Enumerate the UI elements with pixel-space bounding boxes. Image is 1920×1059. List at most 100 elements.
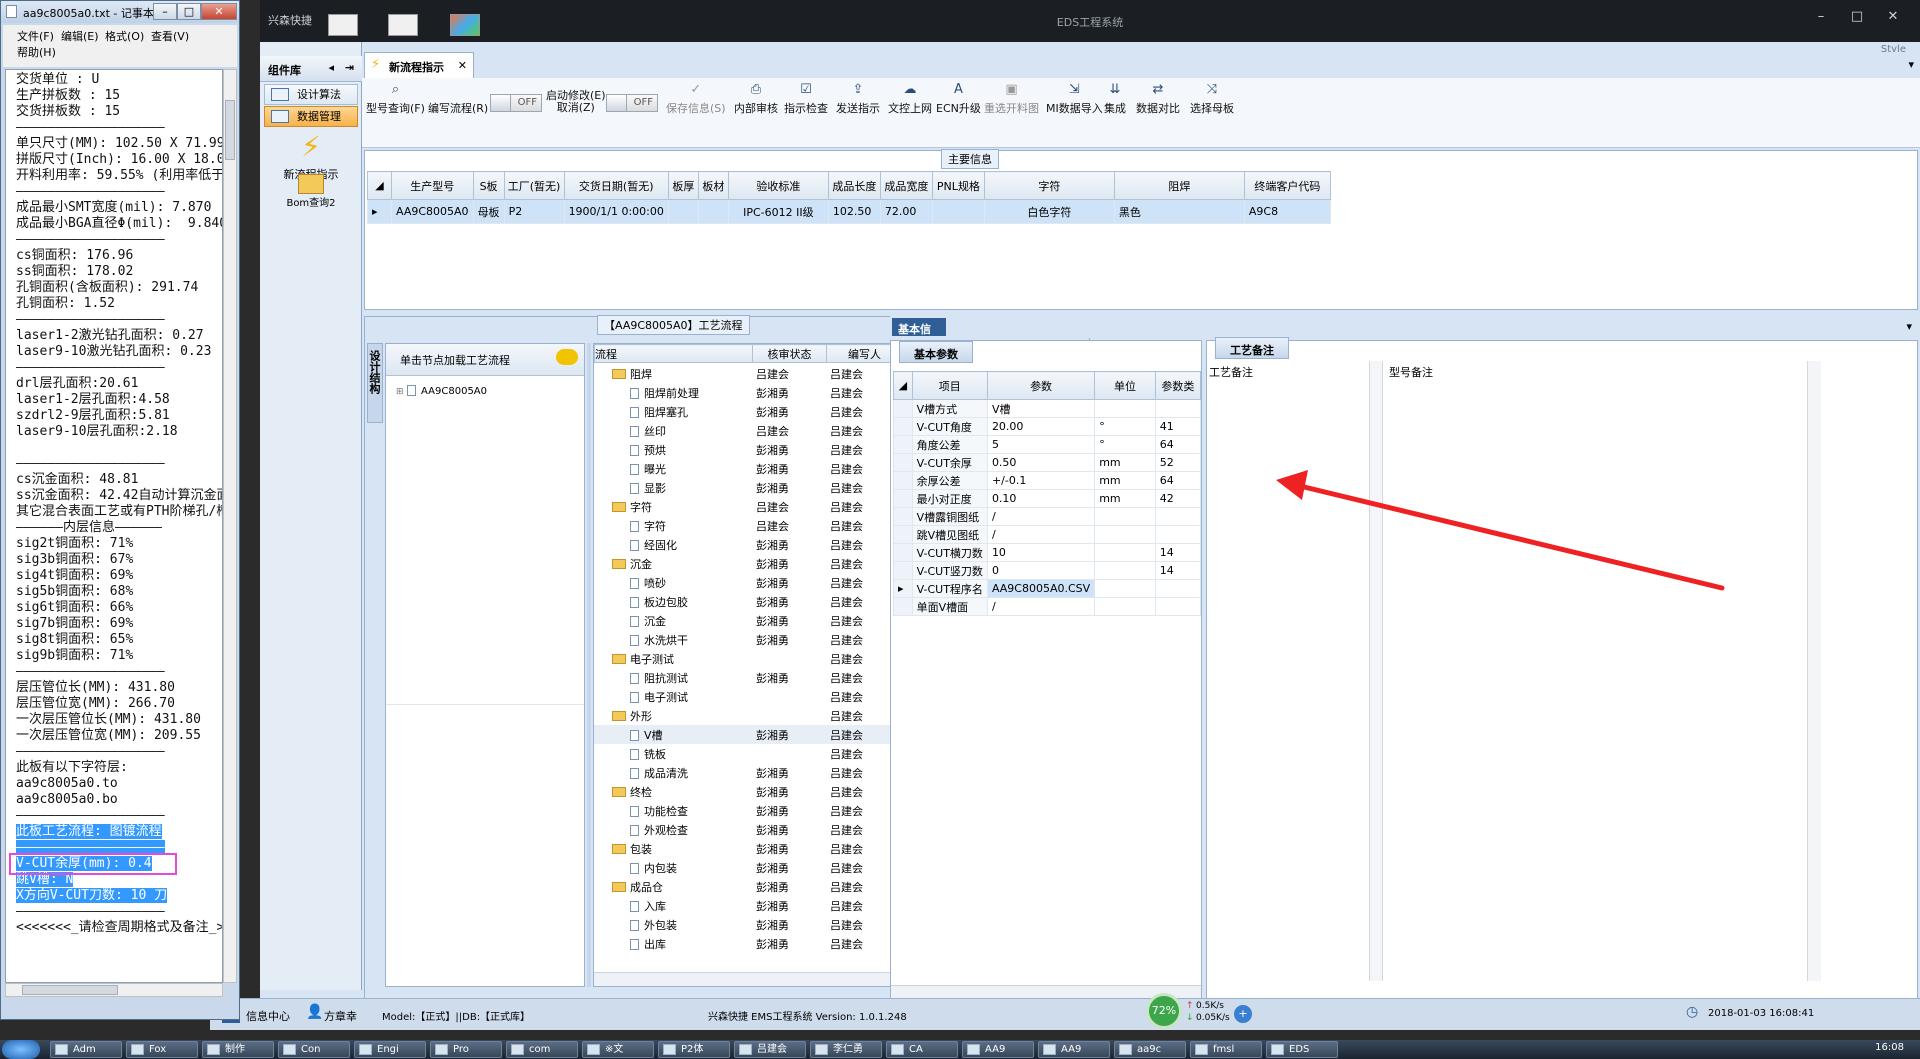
taskbar-item[interactable]: P2体 [658, 1041, 730, 1058]
menu-file[interactable]: 文件(F) [17, 28, 54, 44]
cell[interactable]: 72.00 [879, 199, 933, 224]
cell[interactable]: 41 [1154, 417, 1202, 436]
taskbar-item[interactable]: com [506, 1041, 578, 1058]
internal-review-button[interactable]: ⎙ 内部审核 [734, 82, 778, 116]
scroll-thumb[interactable] [22, 985, 118, 995]
menu-help[interactable]: 帮助(H) [17, 44, 56, 60]
minimize-button[interactable]: – [153, 3, 177, 20]
column-header[interactable]: 生产型号 [391, 171, 474, 200]
plus-icon[interactable]: + [1234, 1005, 1252, 1023]
horizontal-scrollbar[interactable] [5, 983, 223, 997]
splitter[interactable] [587, 343, 591, 987]
tab-basic-params[interactable]: 基本参数 [899, 341, 973, 363]
taskbar-item[interactable]: AA9 [962, 1041, 1034, 1058]
cell[interactable]: 102.50 [827, 199, 881, 224]
cell[interactable]: 10 [986, 543, 1096, 562]
table-row[interactable]: V槽方式 V槽 [893, 399, 1202, 418]
cell[interactable]: +/-0.1 [986, 471, 1096, 490]
mi-import-button[interactable]: ⇲ MI数据导入 [1046, 82, 1103, 116]
cell[interactable]: 跳V槽见图纸 [911, 525, 988, 544]
cell[interactable]: ° [1094, 417, 1156, 436]
cell[interactable]: 白色字符 [983, 199, 1115, 224]
cell[interactable]: 20.00 [986, 417, 1096, 436]
notepad-text-area[interactable]: 交货单位 : U 生产拼板数 : 15 交货拼板数 : 15 —————————… [5, 69, 223, 983]
cell[interactable]: 64 [1154, 471, 1202, 490]
send-instruction-button[interactable]: ⇪ 发送指示 [836, 82, 880, 116]
maximize-button[interactable]: □ [177, 3, 201, 20]
cell[interactable] [1094, 543, 1156, 562]
chevron-down-icon[interactable]: ▾ [1908, 58, 1914, 71]
cell[interactable] [697, 199, 729, 224]
column-header[interactable]: 交货日期(暂无) [563, 171, 669, 200]
start-modify-toggle[interactable]: OFF [606, 94, 658, 112]
maximize-button[interactable]: □ [1840, 8, 1874, 28]
cell[interactable]: ° [1094, 435, 1156, 454]
sidebar-tab-design[interactable]: 设计算法 [264, 84, 358, 105]
taskbar-item[interactable]: aa9c [1114, 1041, 1186, 1058]
table-row[interactable]: V槽露铜图纸 / [893, 507, 1202, 526]
cell[interactable]: 14 [1154, 543, 1202, 562]
cell[interactable] [1154, 525, 1202, 544]
cell[interactable]: V-CUT横刀数 [911, 543, 988, 562]
upload-button[interactable]: ☁ 文控上网 [888, 82, 932, 116]
column-header[interactable]: 板厚 [667, 171, 699, 200]
integrate-button[interactable]: ⇊ 集成 [1104, 82, 1126, 116]
column-header[interactable]: 核审状态 [752, 344, 827, 363]
column-header[interactable]: 验收标准 [727, 171, 829, 200]
reopen-chart-button[interactable]: ▣ 重选开料图 [984, 82, 1039, 116]
column-header[interactable]: 单位 [1094, 371, 1156, 400]
close-button[interactable]: ✕ [201, 3, 237, 20]
save-info-button[interactable]: ✓ 保存信息(S) [666, 82, 726, 116]
cell[interactable]: AA9C8005A0 [391, 199, 474, 224]
column-header[interactable]: 参数 [986, 371, 1096, 400]
column-header[interactable]: 流程 [594, 344, 753, 363]
vertical-scrollbar[interactable] [1807, 361, 1821, 981]
table-row[interactable]: 角度公差 5 ° 64 [893, 435, 1202, 454]
taskbar-item[interactable]: Engi [354, 1041, 426, 1058]
table-row[interactable]: 跳V槽见图纸 / [893, 525, 1202, 544]
taskbar-item[interactable]: 制作 [202, 1041, 274, 1058]
column-header[interactable]: 项目 [911, 371, 988, 400]
taskbar-item[interactable]: Adm [50, 1041, 122, 1058]
cell[interactable]: 52 [1154, 453, 1202, 472]
taskbar-item[interactable]: EDS [1266, 1041, 1338, 1058]
column-header[interactable]: 参数类 [1154, 371, 1202, 400]
tab-new-flow[interactable]: ⚡ 新流程指示 ✕ [364, 52, 474, 80]
table-row[interactable]: 最小对正度 0.10 mm 42 [893, 489, 1202, 508]
cell[interactable]: P2 [503, 199, 565, 224]
column-header[interactable]: 终端客户代码 [1243, 171, 1331, 200]
cell[interactable]: mm [1094, 489, 1156, 508]
cell[interactable]: 余厚公差 [911, 471, 988, 490]
taskbar-item[interactable]: Pro [430, 1041, 502, 1058]
cell[interactable]: IPC-6012 II级 [727, 199, 829, 224]
pin-icon[interactable]: ⇥ [345, 61, 354, 74]
select-board-button[interactable]: ⤨ 选择母板 [1190, 82, 1234, 116]
cell[interactable]: V槽露铜图纸 [911, 507, 988, 526]
tree-node-root[interactable]: ⊞ AA9C8005A0 [396, 384, 487, 397]
taskbar-item[interactable]: ※文 [582, 1041, 654, 1058]
flow-check-button[interactable]: ☑ 指示检查 [784, 82, 828, 116]
sidebar-tab-data[interactable]: 数据管理 [264, 106, 358, 127]
table-row[interactable]: 余厚公差 +/-0.1 mm 64 [893, 471, 1202, 490]
chevron-down-icon[interactable]: ▾ [1906, 320, 1912, 333]
scroll-thumb[interactable] [225, 100, 235, 160]
cell[interactable]: V槽 [986, 399, 1096, 418]
model-query-button[interactable]: ⌕ 型号查询(F) [366, 82, 425, 116]
cell[interactable]: A9C8 [1243, 199, 1331, 224]
cell[interactable] [667, 199, 699, 224]
cell[interactable]: AA9C8005A0.CSV [986, 579, 1096, 598]
start-button[interactable] [2, 1040, 40, 1059]
tab-design-structure[interactable]: 设计结构 [367, 343, 383, 423]
sidebar-item-bom[interactable]: Bom查询2 [260, 174, 362, 209]
menu-view[interactable]: 查看(V) [151, 28, 189, 44]
cell[interactable]: / [986, 525, 1096, 544]
cell[interactable]: 42 [1154, 489, 1202, 508]
minimize-button[interactable]: – [1804, 8, 1838, 28]
cell[interactable]: V槽方式 [911, 399, 988, 418]
taskbar-item[interactable]: fmsl [1190, 1041, 1262, 1058]
column-header[interactable]: 阻焊 [1113, 171, 1245, 200]
taskbar-item[interactable]: 李仁勇 [810, 1041, 882, 1058]
info-center-label[interactable]: 信息中心 [246, 1008, 290, 1024]
cell[interactable]: 5 [986, 435, 1096, 454]
cell[interactable]: 母板 [472, 199, 505, 224]
